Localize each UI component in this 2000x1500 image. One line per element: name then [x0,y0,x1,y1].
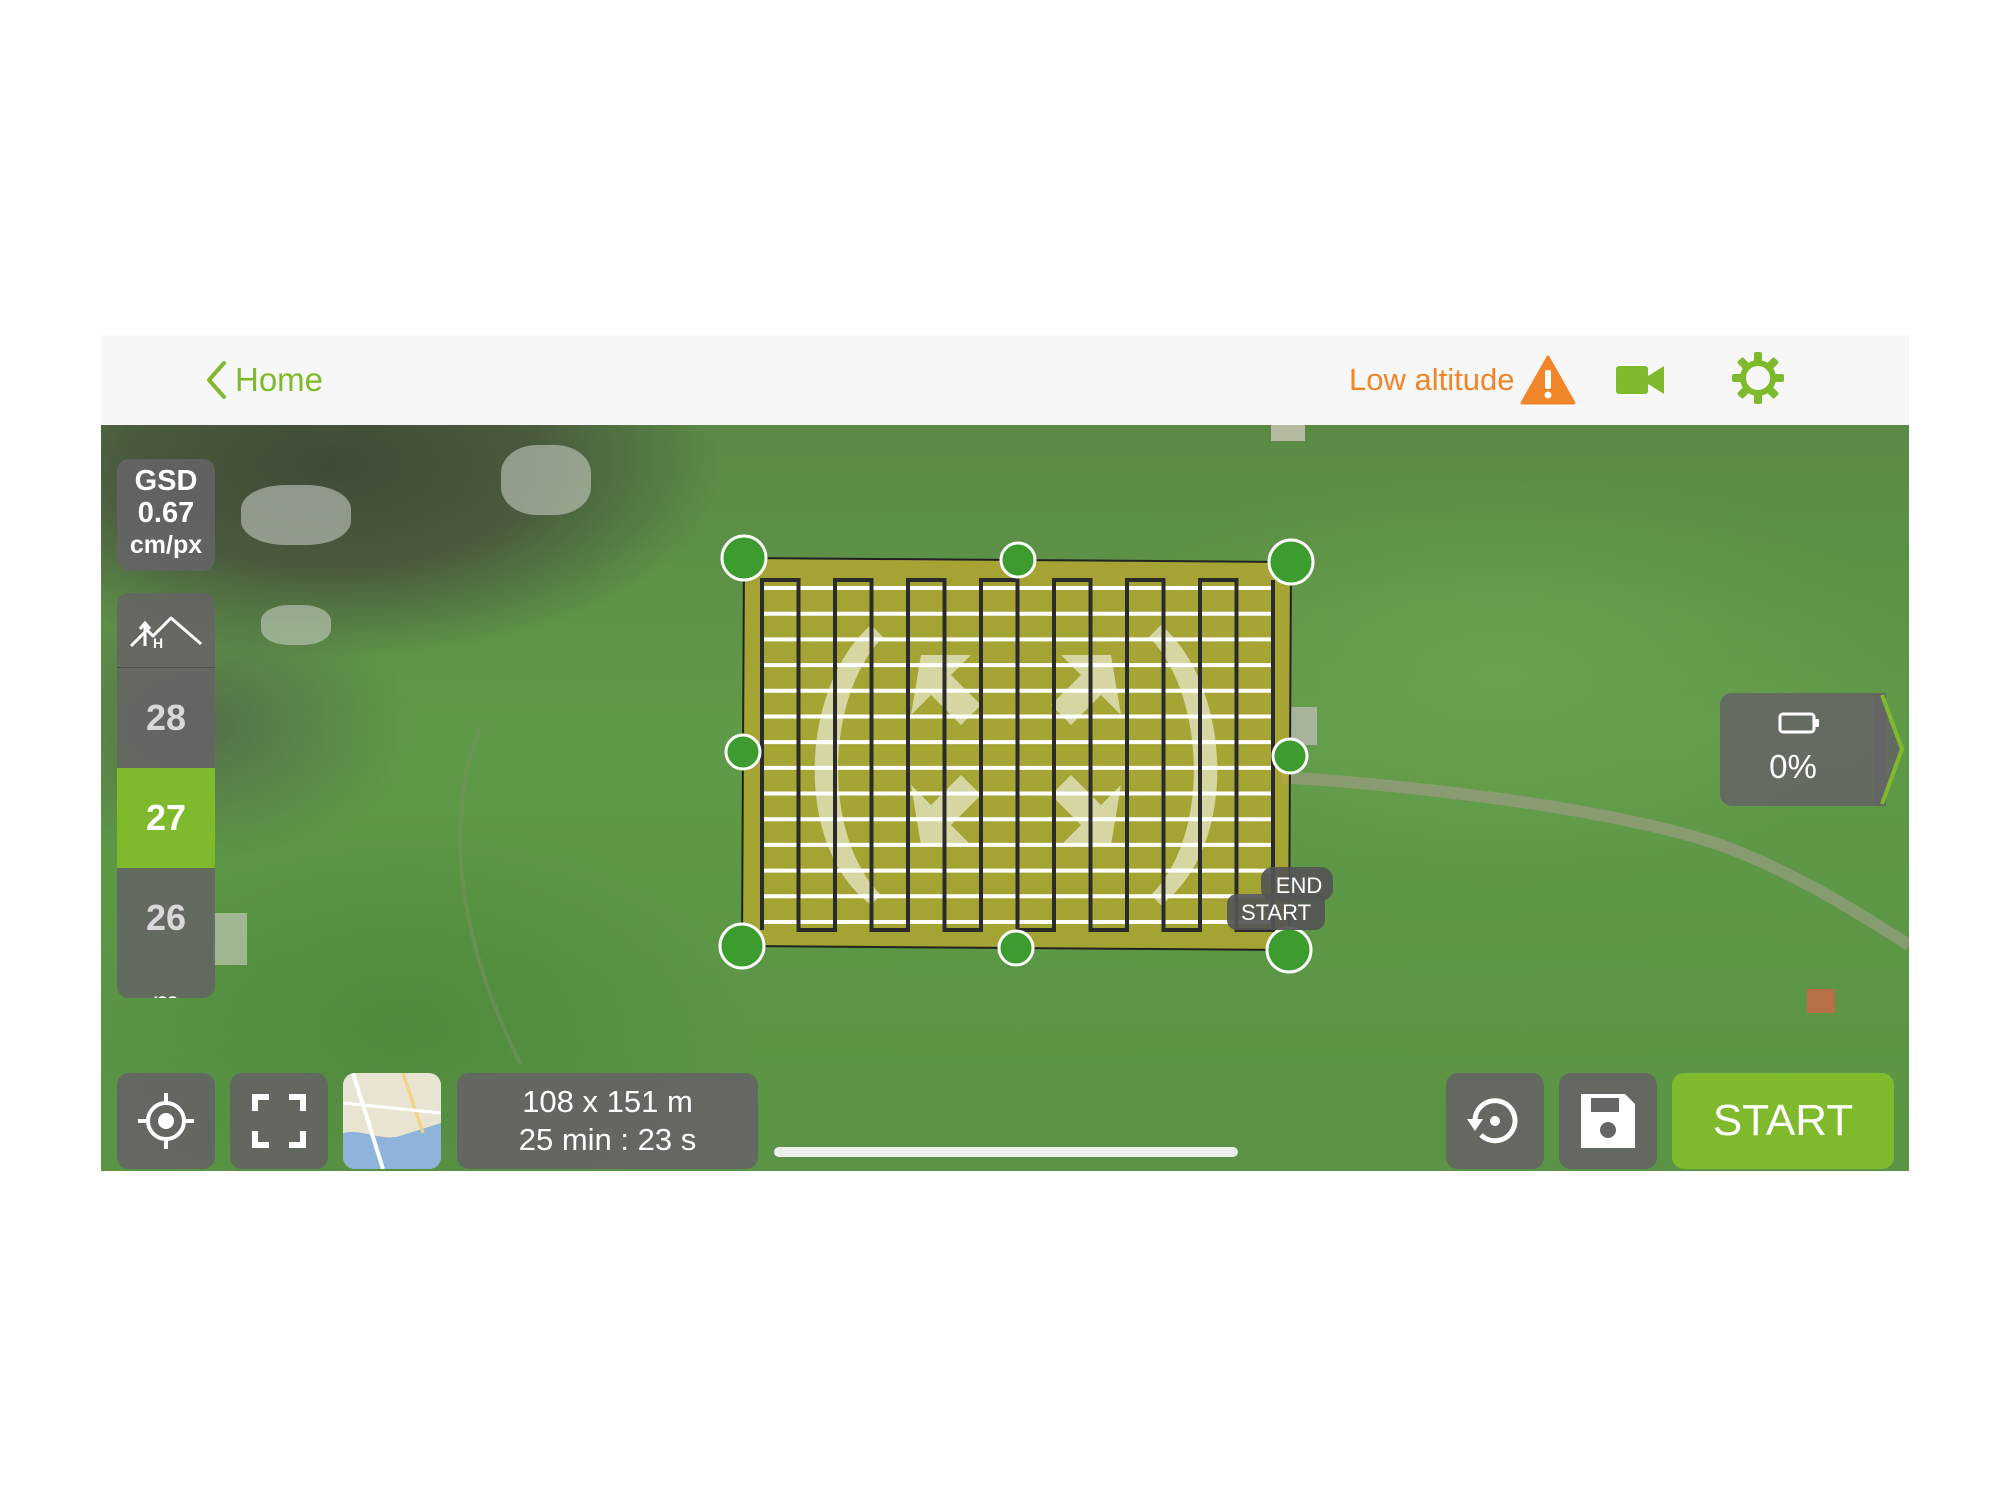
gsd-value: 0.67 [137,497,195,529]
edge-handle [724,733,762,771]
battery-percent: 0% [1769,748,1817,785]
video-camera-icon[interactable] [1614,357,1666,403]
plan-stats-panel: 108 x 151 m 25 min : 23 s [457,1073,758,1169]
home-label: Home [235,361,324,398]
low-altitude-warning[interactable]: Low altitude [1349,353,1576,407]
altitude-option[interactable]: 28 [117,668,215,768]
altitude-option[interactable]: 26 [117,868,215,968]
svg-text:H: H [153,635,163,650]
corner-handle [718,922,766,970]
gsd-label: GSD [134,465,198,497]
flight-duration: 25 min : 23 s [518,1122,697,1157]
flight-plan-app: Home Low altitude END START GSD 0.67 cm/… [101,335,1909,1171]
home-back-button[interactable]: Home [205,355,323,405]
map-type-icon [343,1073,441,1169]
altitude-picker[interactable]: H 28 27 26 m [117,593,215,998]
area-dimensions: 108 x 151 m [522,1084,693,1119]
start-mission-button[interactable]: START [1672,1073,1894,1169]
altitude-unit: m [117,968,215,998]
corner-handle [720,534,768,582]
gsd-unit: cm/px [129,531,203,559]
warning-triangle-icon [1520,355,1576,405]
chevron-left-icon [207,361,226,399]
edge-handle [1271,737,1309,775]
start-marker: START [1227,894,1325,930]
fullscreen-icon [252,1094,306,1148]
edge-handle [997,929,1035,967]
corner-handle [1267,538,1315,586]
satellite-map[interactable]: END START GSD 0.67 cm/px H 28 27 26 0% 1… [101,425,1909,1171]
terrain-height-icon: H [129,616,202,650]
save-button[interactable] [1559,1073,1657,1169]
expand-panel-icon[interactable] [1874,693,1904,806]
altitude-header: H [117,593,215,668]
warning-label: Low altitude [1349,362,1515,397]
battery-panel[interactable]: 0% [1720,693,1904,806]
map-type-button[interactable] [343,1073,441,1169]
save-icon [1581,1094,1635,1148]
top-bar: Home Low altitude [101,335,1909,426]
flight-area-overlay[interactable]: END START [101,425,1909,1171]
corner-handle [1265,926,1313,974]
fullscreen-button[interactable] [230,1073,328,1169]
gear-icon[interactable] [1731,351,1785,405]
home-indicator-bar [774,1147,1238,1157]
locate-icon [138,1093,194,1149]
reset-icon [1467,1098,1518,1144]
altitude-selected[interactable]: 27 [117,768,215,868]
svg-text:START: START [1241,900,1311,925]
reset-button[interactable] [1446,1073,1544,1169]
edge-handle [999,541,1037,579]
locate-button[interactable] [117,1073,215,1169]
gsd-indicator: GSD 0.67 cm/px [117,459,215,571]
battery-icon [1778,712,1819,734]
